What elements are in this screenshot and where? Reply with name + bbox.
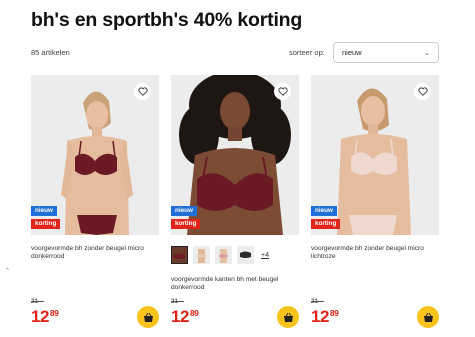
product-name[interactable]: voorgevormde kanten bh met beugel donker…: [171, 276, 299, 292]
heart-icon: [417, 87, 428, 96]
product-name[interactable]: voorgevormde bh zonder beugel micro donk…: [31, 245, 159, 261]
price: 1289: [31, 307, 59, 326]
price: 1289: [171, 307, 199, 326]
swatch-pink[interactable]: [215, 246, 232, 264]
favorite-button[interactable]: [134, 83, 151, 100]
new-badge: nieuw: [171, 206, 197, 216]
add-to-cart-button[interactable]: [277, 306, 299, 328]
favorite-button[interactable]: [414, 83, 431, 100]
old-price: 21—: [311, 298, 325, 305]
discount-badge: korting: [171, 219, 201, 229]
product-image[interactable]: nieuw korting: [311, 75, 439, 235]
old-price: 21—: [171, 298, 185, 305]
sort-select[interactable]: nieuw ⌄: [333, 42, 439, 63]
new-badge: nieuw: [31, 206, 57, 216]
sort-value: nieuw: [342, 48, 362, 57]
swatch-thumbnail: [194, 247, 209, 263]
add-to-cart-button[interactable]: [417, 306, 439, 328]
page-title: bh's en sportbh's 40% korting: [31, 9, 303, 31]
discount-badge: korting: [311, 219, 341, 229]
more-colors-link[interactable]: +4: [261, 252, 269, 259]
swatch-thumbnail: [172, 247, 187, 263]
color-swatches: +4: [171, 246, 269, 264]
sort-label: sorteer op:: [289, 48, 325, 57]
chevron-down-icon: ⌄: [424, 49, 430, 57]
new-badge: nieuw: [311, 206, 337, 216]
swatch-thumbnail: [238, 247, 253, 263]
basket-icon: [143, 312, 153, 322]
heart-icon: [277, 87, 288, 96]
product-card[interactable]: nieuw korting voorgevormde bh zonder beu…: [31, 75, 159, 337]
basket-icon: [423, 312, 433, 322]
product-image[interactable]: nieuw korting: [31, 75, 159, 235]
old-price: 21—: [31, 298, 45, 305]
product-image[interactable]: nieuw korting: [171, 75, 299, 235]
product-card[interactable]: nieuw korting voorgevormde bh zonder beu…: [311, 75, 439, 337]
basket-icon: [283, 312, 293, 322]
discount-badge: korting: [31, 219, 61, 229]
heart-icon: [137, 87, 148, 96]
swatch-thumbnail: [216, 247, 231, 263]
price: 1289: [311, 307, 339, 326]
article-count: 85 artikelen: [31, 48, 70, 57]
product-name[interactable]: voorgevormde bh zonder beugel micro lich…: [311, 245, 439, 261]
add-to-cart-button[interactable]: [137, 306, 159, 328]
swatch-beige[interactable]: [193, 246, 210, 264]
favorite-button[interactable]: [274, 83, 291, 100]
swatch-black[interactable]: [237, 246, 254, 264]
swatch-darkred[interactable]: [171, 246, 188, 264]
product-card[interactable]: nieuw korting +4 voorgevormde kanten bh …: [171, 75, 299, 337]
side-marker: ^: [6, 268, 9, 274]
